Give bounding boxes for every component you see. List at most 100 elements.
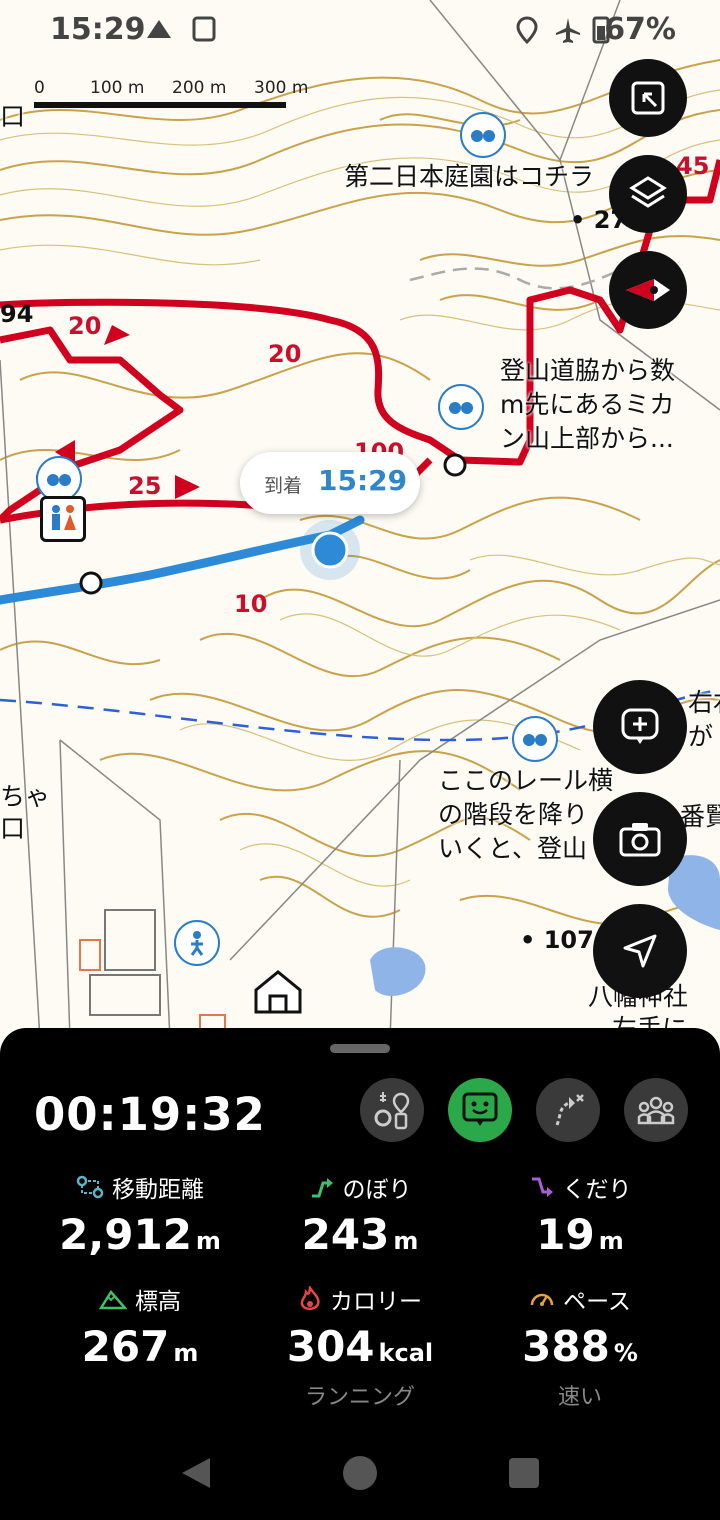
stat-unit: m bbox=[195, 1227, 221, 1255]
stat-unit: m bbox=[598, 1227, 624, 1255]
flame-icon bbox=[300, 1286, 320, 1311]
distance-icon bbox=[76, 1175, 104, 1199]
binoculars-icon[interactable] bbox=[460, 112, 506, 158]
descent-icon bbox=[531, 1177, 553, 1197]
stat-distance: 移動距離 2,912 m bbox=[20, 1170, 260, 1259]
scale-label: 0 bbox=[34, 78, 45, 98]
map-label[interactable]: 口 bbox=[0, 100, 25, 133]
warning-icon bbox=[147, 20, 171, 38]
scale-label: 200 m bbox=[172, 78, 227, 98]
status-bar: 15:29 67% bbox=[0, 0, 720, 60]
add-comment-icon bbox=[621, 708, 659, 744]
stat-unit: m bbox=[173, 1339, 199, 1367]
hiker-icon[interactable] bbox=[174, 920, 220, 966]
camera-icon bbox=[619, 823, 661, 857]
stat-label: くだり bbox=[562, 1177, 632, 1203]
expand-icon bbox=[631, 81, 665, 115]
scale-line bbox=[34, 102, 286, 108]
map-label[interactable]: 右右 bbox=[688, 686, 720, 719]
route-number: 20 bbox=[268, 340, 302, 368]
route-edit-button[interactable] bbox=[536, 1078, 600, 1142]
battery-percent: 67% bbox=[604, 12, 676, 47]
map-label[interactable]: m先にあるミカ bbox=[500, 388, 674, 421]
mountain-icon bbox=[99, 1289, 127, 1310]
smile-chat-icon bbox=[462, 1092, 498, 1126]
route-pins-icon bbox=[374, 1092, 410, 1130]
speedometer-icon bbox=[530, 1293, 554, 1306]
stat-value: 267 bbox=[81, 1322, 170, 1371]
restroom-icon[interactable] bbox=[40, 496, 86, 542]
map-label[interactable]: 登山道脇から数 bbox=[500, 354, 675, 387]
system-nav-bar bbox=[0, 1420, 720, 1520]
stat-ascent: のぼり 243 m bbox=[240, 1170, 480, 1259]
location-icon bbox=[516, 16, 538, 44]
airplane-icon bbox=[556, 18, 580, 43]
scale-label: 100 m bbox=[90, 78, 145, 98]
map-view[interactable]: 15:29 67% 0 100 m 200 m 300 m 第二日本庭園はコチラ… bbox=[0, 0, 720, 1040]
stat-value: 304 bbox=[286, 1322, 375, 1371]
stat-label: 移動距離 bbox=[112, 1177, 204, 1203]
map-label[interactable]: の階段を降り bbox=[438, 798, 588, 831]
arrival-bubble[interactable]: 到着 15:29 bbox=[240, 452, 420, 514]
shelter-icon[interactable] bbox=[252, 968, 304, 1016]
compass-button[interactable] bbox=[609, 251, 687, 329]
stat-unit: m bbox=[393, 1227, 419, 1255]
sim-icon bbox=[192, 16, 216, 42]
layers-icon bbox=[629, 176, 667, 208]
stat-pace: ペース 388% 速い bbox=[460, 1282, 700, 1411]
arrival-time: 15:29 bbox=[318, 464, 408, 497]
back-icon[interactable] bbox=[180, 1456, 212, 1490]
map-label[interactable]: 番賢 bbox=[680, 800, 720, 833]
stat-label: 標高 bbox=[135, 1289, 181, 1315]
route-number: 20 bbox=[68, 312, 102, 340]
stat-label: カロリー bbox=[330, 1289, 422, 1315]
status-time: 15:29 bbox=[50, 12, 146, 47]
map-label[interactable]: ここのレール横 bbox=[438, 764, 613, 797]
map-label[interactable]: 口 bbox=[0, 812, 25, 845]
add-note-button[interactable] bbox=[593, 680, 687, 774]
elevation-label: 94 bbox=[0, 300, 34, 328]
stat-elevation: 標高 267 m bbox=[20, 1282, 260, 1371]
binoculars-icon[interactable] bbox=[512, 716, 558, 762]
route-number: 25 bbox=[128, 472, 162, 500]
stat-value: 388 bbox=[522, 1322, 610, 1371]
stat-unit: % bbox=[613, 1339, 638, 1367]
elevation-label: • 107 bbox=[520, 926, 594, 954]
stat-value: 243 bbox=[301, 1210, 390, 1259]
scale-bar: 0 100 m 200 m 300 m bbox=[34, 78, 314, 108]
map-label[interactable]: いくと、登山 bbox=[438, 832, 587, 865]
navigate-button[interactable] bbox=[593, 904, 687, 998]
map-label[interactable]: が bbox=[688, 720, 713, 753]
layers-button[interactable] bbox=[609, 155, 687, 233]
stat-label: ペース bbox=[563, 1289, 631, 1315]
route-number: 10 bbox=[234, 590, 268, 618]
map-contours bbox=[0, 0, 720, 1040]
drag-handle[interactable] bbox=[330, 1044, 390, 1053]
home-icon[interactable] bbox=[342, 1455, 378, 1491]
navigation-arrow-icon bbox=[623, 934, 657, 968]
group-button[interactable] bbox=[624, 1078, 688, 1142]
stat-subtext: 速い bbox=[557, 1385, 602, 1410]
stat-value: 2,912 bbox=[59, 1210, 192, 1259]
path-cross-icon bbox=[555, 1094, 584, 1126]
binoculars-icon[interactable] bbox=[438, 384, 484, 430]
compass-icon bbox=[626, 279, 670, 301]
map-label[interactable]: 第二日本庭園はコチラ bbox=[344, 160, 594, 193]
stat-descent: くだり 19 m bbox=[460, 1170, 700, 1259]
scale-label: 300 m bbox=[254, 78, 309, 98]
stat-value: 19 bbox=[536, 1210, 595, 1259]
arrival-label: 到着 bbox=[264, 475, 303, 497]
map-label[interactable]: ン山上部から... bbox=[500, 422, 674, 455]
stat-calories: カロリー 304 kcal ランニング bbox=[240, 1282, 480, 1411]
guide-mode-button[interactable] bbox=[448, 1078, 512, 1142]
recents-icon[interactable] bbox=[508, 1457, 540, 1489]
map-label[interactable]: ちゃ bbox=[0, 780, 50, 813]
stat-subtext: ランニング bbox=[304, 1385, 415, 1410]
camera-button[interactable] bbox=[593, 792, 687, 886]
stat-label: のぼり bbox=[342, 1177, 412, 1203]
ascent-icon bbox=[311, 1178, 333, 1198]
group-icon bbox=[637, 1096, 675, 1125]
elapsed-timer: 00:19:32 bbox=[34, 1088, 266, 1141]
fit-view-button[interactable] bbox=[609, 59, 687, 137]
route-mode-button[interactable] bbox=[360, 1078, 424, 1142]
